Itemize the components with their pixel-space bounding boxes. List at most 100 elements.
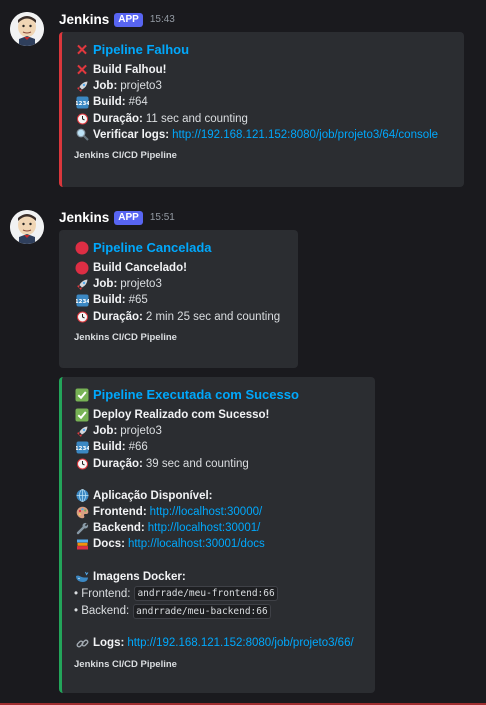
jenkins-avatar-icon (10, 210, 44, 244)
alarm-clock-icon (74, 457, 90, 471)
avatar[interactable] (10, 210, 44, 244)
build-line: 1234 Build: #66 (74, 439, 363, 455)
build-line: 1234 Build: #64 (74, 94, 452, 110)
docs-link[interactable]: http://localhost:30001/docs (128, 536, 265, 552)
duration-label: Duração: (93, 112, 143, 125)
app-tag: APP (114, 12, 143, 27)
books-icon (74, 538, 90, 552)
jenkins-avatar-icon (10, 12, 44, 46)
job-label: Job: (93, 425, 118, 438)
embed-heading: Deploy Realizado com Sucesso! (93, 409, 270, 421)
embed-heading-line: Build Cancelado! (74, 260, 286, 276)
backend-link[interactable]: http://localhost:30001/ (148, 520, 261, 536)
embed-pipeline-failed: ✕ Pipeline Falhou ✕ Build Falhou! Job: pr… (59, 32, 464, 187)
app-heading-line: Aplicação Disponível: (74, 488, 363, 504)
alarm-clock-icon (74, 310, 90, 324)
svg-text:1234: 1234 (76, 299, 89, 305)
image-backend-line: • Backend: andrrade/meu-backend:66 (74, 603, 363, 619)
duration-value: 11 sec and counting (145, 112, 248, 125)
frontend-line: Frontend: http://localhost:30000/ (74, 504, 363, 520)
alarm-clock-icon (74, 112, 90, 126)
embed-footer: Jenkins CI/CD Pipeline (74, 150, 177, 162)
duration-line: Duração: 39 sec and counting (74, 456, 363, 472)
timestamp[interactable]: 15:43 (150, 14, 175, 25)
embed-title-text[interactable]: Pipeline Cancelada (93, 239, 212, 257)
logs-link[interactable]: http://192.168.121.152:8080/job/projeto3… (127, 635, 353, 651)
message-header: Jenkins APP 15:51 (59, 210, 175, 225)
username[interactable]: Jenkins (59, 12, 109, 27)
build-label: Build: (93, 294, 126, 307)
logs-line: Logs: http://192.168.121.152:8080/job/pro… (74, 635, 363, 651)
image-frontend-line: • Frontend: andrrade/meu-frontend:66 (74, 586, 363, 602)
stop-sign-icon (74, 261, 90, 275)
job-line: Job: projeto3 (74, 78, 452, 94)
build-line: 1234 Build: #65 (74, 292, 286, 308)
logs-label: Verificar logs: (93, 128, 170, 141)
timestamp[interactable]: 15:51 (150, 212, 175, 223)
embed-heading-line: Deploy Realizado com Sucesso! (74, 407, 363, 423)
embed-title[interactable]: ✕ Pipeline Falhou (74, 41, 452, 59)
job-value: projeto3 (120, 278, 162, 291)
avatar[interactable] (10, 12, 44, 46)
job-label: Job: (93, 278, 118, 291)
link-icon (74, 636, 90, 650)
build-label: Build: (93, 441, 126, 454)
check-mark-icon (74, 408, 90, 422)
image-frontend-code[interactable]: andrrade/meu-frontend:66 (134, 586, 278, 602)
backend-label: Backend: (93, 522, 145, 535)
message-header: Jenkins APP 15:43 (59, 12, 175, 27)
svg-text:1234: 1234 (76, 446, 89, 452)
images-heading: Imagens Docker: (93, 570, 186, 583)
embed-title-text[interactable]: Pipeline Falhou (93, 41, 189, 59)
job-line: Job: projeto3 (74, 276, 286, 292)
duration-value: 39 sec and counting (145, 457, 249, 470)
numbers-icon: 1234 (74, 441, 90, 455)
embed-title[interactable]: Pipeline Cancelada (74, 239, 286, 257)
embed-pipeline-success: Pipeline Executada com Sucesso Deploy Re… (59, 377, 375, 693)
frontend-label: Frontend: (93, 506, 147, 519)
job-line: Job: projeto3 (74, 423, 363, 439)
app-heading: Aplicação Disponível: (93, 489, 213, 502)
magnifier-icon (74, 128, 90, 142)
numbers-icon: 1234 (74, 96, 90, 110)
embed-title-text[interactable]: Pipeline Executada com Sucesso (93, 386, 299, 404)
rocket-icon (74, 79, 90, 93)
build-label: Build: (93, 96, 126, 109)
cross-mark-icon: ✕ (75, 41, 89, 59)
image-frontend-label: • Frontend: (74, 587, 131, 600)
job-label: Job: (93, 80, 118, 93)
svg-text:1234: 1234 (76, 101, 89, 107)
job-value: projeto3 (120, 425, 162, 438)
palette-icon (74, 505, 90, 519)
rocket-icon (74, 277, 90, 291)
whale-icon (74, 570, 90, 584)
logs-line: Verificar logs: http://192.168.121.152:80… (74, 127, 452, 143)
embed-heading: Build Cancelado! (93, 262, 187, 274)
embed-heading-line: ✕ Build Falhou! (74, 62, 452, 78)
docs-line: Docs: http://localhost:30001/docs (74, 536, 363, 552)
docs-label: Docs: (93, 538, 125, 551)
username[interactable]: Jenkins (59, 210, 109, 225)
build-value: #66 (128, 441, 148, 454)
duration-value: 2 min 25 sec and counting (145, 310, 281, 323)
embed-footer: Jenkins CI/CD Pipeline (74, 659, 177, 671)
duration-label: Duração: (93, 457, 143, 470)
globe-icon (74, 489, 90, 503)
embed-heading: Build Falhou! (93, 64, 167, 76)
job-value: projeto3 (120, 80, 162, 93)
logs-label: Logs: (93, 637, 125, 650)
embed-footer: Jenkins CI/CD Pipeline (74, 331, 177, 343)
images-heading-line: Imagens Docker: (74, 569, 363, 585)
embed-title[interactable]: Pipeline Executada com Sucesso (74, 386, 363, 404)
app-tag: APP (114, 210, 143, 225)
duration-label: Duração: (93, 310, 143, 323)
backend-line: Backend: http://localhost:30001/ (74, 520, 363, 536)
check-mark-icon (74, 388, 90, 402)
image-backend-code[interactable]: andrrade/meu-backend:66 (133, 603, 271, 619)
build-value: #65 (128, 294, 148, 307)
duration-line: Duração: 11 sec and counting (74, 111, 452, 127)
frontend-link[interactable]: http://localhost:30000/ (150, 504, 263, 520)
duration-line: Duração: 2 min 25 sec and counting (74, 309, 286, 325)
embed-pipeline-cancelled: Pipeline Cancelada Build Cancelado! Job:… (59, 230, 298, 368)
logs-link[interactable]: http://192.168.121.152:8080/job/projeto3… (172, 127, 438, 143)
